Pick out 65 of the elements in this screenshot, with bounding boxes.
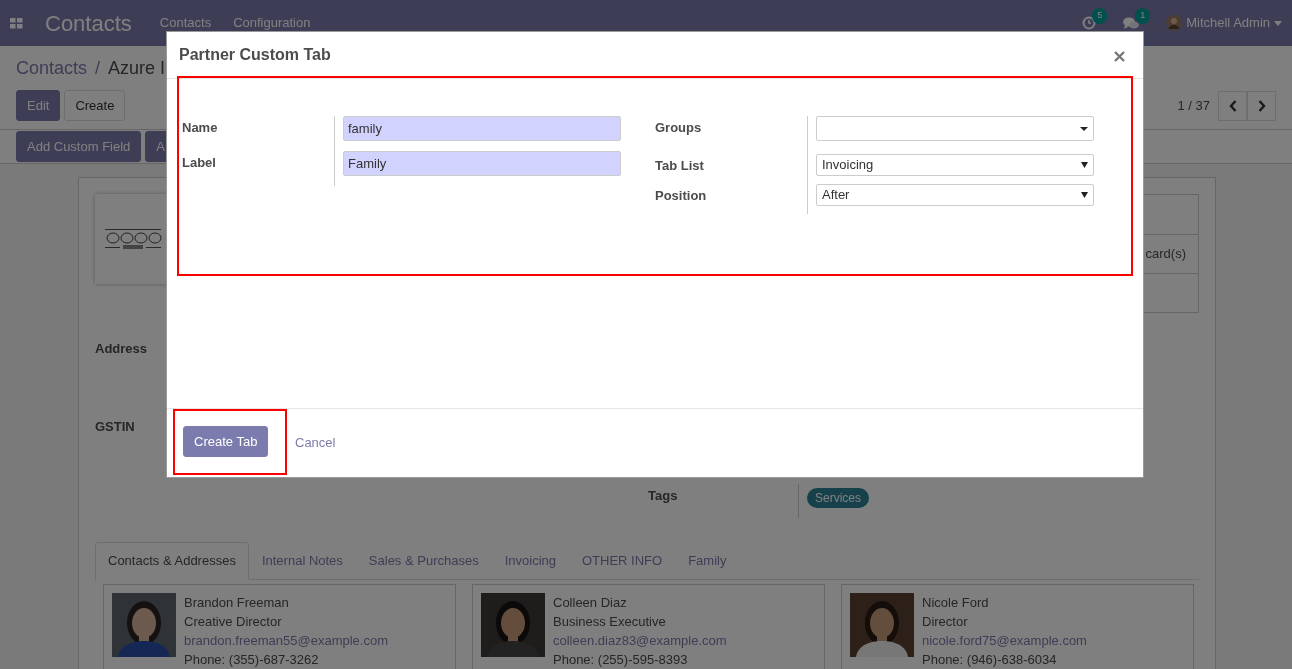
contact-phone: Phone: (355)-687-3262 [184, 650, 320, 669]
dialog-title: Partner Custom Tab [179, 45, 331, 65]
tag: Services [807, 488, 869, 508]
contact-card[interactable]: Nicole Ford Director nicole.ford75@example.com Phone: (946)-638-6034 [841, 583, 1194, 669]
action-button[interactable]: Add Custom Field [16, 131, 142, 162]
menu-item[interactable]: Contacts [159, 13, 212, 33]
chat-icon[interactable] [1123, 16, 1140, 30]
chevron-right-icon [1257, 99, 1266, 112]
contact-phone: Phone: (946)-638-6034 [922, 650, 1058, 669]
tab[interactable]: Sales & Purchases [355, 542, 492, 580]
breadcrumb-current: Azure I [108, 57, 166, 80]
user-name[interactable]: Mitchell Admin [1186, 13, 1270, 33]
email-link[interactable]: brandon.freeman55@example.com [184, 630, 388, 650]
caret-icon [1081, 192, 1088, 198]
tab[interactable]: Family [675, 542, 740, 580]
field-label: Tab List [655, 157, 705, 175]
tab[interactable]: Invoicing [491, 542, 569, 580]
email-link[interactable]: colleen.diaz83@example.com [553, 630, 727, 650]
contact-title: Business Executive [553, 612, 667, 631]
field-label: Tags [648, 487, 679, 505]
field-label: Name [182, 119, 219, 137]
email-link[interactable]: nicole.ford75@example.com [922, 630, 1087, 650]
contact-name: Brandon Freeman [184, 593, 290, 612]
contact-title: Director [922, 612, 969, 631]
previous-button[interactable] [1218, 90, 1247, 121]
close-icon [1114, 50, 1125, 62]
tab[interactable]: Contacts & Addresses [95, 542, 249, 580]
caret-icon [1081, 162, 1088, 168]
field-label: GSTIN [95, 417, 135, 436]
contact-card[interactable]: Brandon Freeman Creative Director brandon.freeman55@example.com Phone: (355)-687-3262 [103, 583, 456, 669]
tab[interactable]: Internal Notes [248, 542, 356, 580]
activity-count-badge: 5 [1092, 8, 1108, 24]
field-label: Address [95, 340, 148, 358]
breadcrumb-separator: / [95, 57, 101, 80]
create-button[interactable]: Create [64, 90, 126, 121]
app-title: Contacts [45, 9, 132, 38]
activity-clock-icon[interactable] [1082, 16, 1097, 30]
field-label: Position [655, 187, 708, 205]
cancel-link[interactable]: Cancel [285, 427, 346, 459]
dropdown-field[interactable] [816, 116, 1094, 141]
edit-button[interactable]: Edit [16, 90, 61, 121]
next-button[interactable] [1247, 90, 1276, 121]
caret-icon[interactable] [1274, 20, 1282, 26]
breadcrumb-link[interactable]: Contacts [16, 56, 88, 82]
contact-card[interactable]: Colleen Diaz Business Executive colleen.diaz83@example.com Phone: (255)-595-8393 [472, 583, 825, 669]
apps-menu-icon[interactable] [10, 17, 23, 29]
contact-name: Colleen Diaz [553, 593, 628, 612]
contact-name: Nicole Ford [922, 593, 990, 612]
stat-label: card(s) [1145, 245, 1186, 264]
select-field[interactable]: After [816, 184, 1094, 206]
contact-title: Creative Director [184, 612, 283, 631]
chevron-left-icon [1228, 99, 1237, 112]
text-field[interactable]: family [343, 116, 621, 141]
text-field[interactable]: Family [343, 151, 621, 176]
select-field[interactable]: Invoicing [816, 154, 1094, 176]
contact-phone: Phone: (255)-595-8393 [553, 650, 689, 669]
field-label: Label [182, 154, 217, 172]
field-label: Groups [655, 119, 703, 137]
message-count-badge: 1 [1135, 8, 1151, 24]
avatar[interactable] [1166, 15, 1183, 31]
create-tab-button[interactable]: Create Tab [183, 426, 269, 457]
caret-icon [1080, 126, 1088, 131]
pager-value: 1 / 37 [1177, 96, 1210, 115]
menu-item[interactable]: Configuration [233, 13, 311, 33]
tab[interactable]: OTHER INFO [569, 542, 676, 580]
